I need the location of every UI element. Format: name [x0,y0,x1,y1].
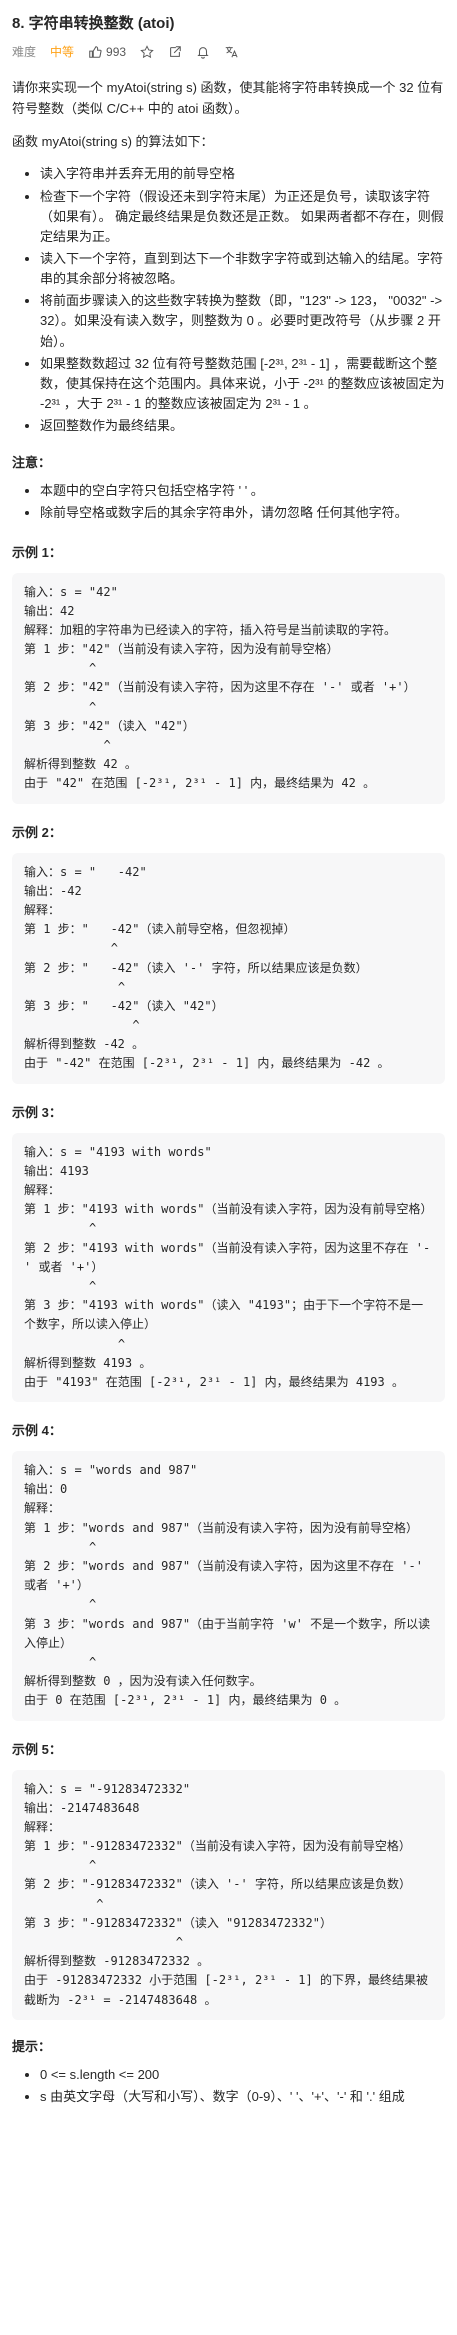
example-line: 解释：加粗的字符串为已经读入的字符，插入符号是当前读取的字符。 [24,622,397,637]
list-item: 0 <= s.length <= 200 [40,2065,445,2085]
example-line: 解析得到整数 -42 。 [24,1037,145,1052]
hints-heading: 提示： [12,2038,52,2054]
example-line: 第 2 步："-91283472332"（读入 '-' 字符，所以结果应该是负数… [24,1877,411,1892]
example-line: 第 2 步：" -42"（读入 '-' 字符，所以结果应该是负数） [24,960,368,975]
example-line: ^ [24,941,118,956]
example-line: 解释： [24,1501,61,1516]
example-line: 解析得到整数 0 ，因为没有读入任何数字。 [24,1674,262,1689]
list-item: 如果整数数超过 32 位有符号整数范围 [-2³¹, 2³¹ - 1] ，需要截… [40,354,445,414]
example-line: 解析得到整数 -91283472332 。 [24,1954,210,1969]
favorite-button[interactable] [140,44,154,59]
example-line: ^ [24,699,97,714]
example-line: ^ [24,661,97,676]
example-heading: 示例 2： [12,824,62,840]
example-line: 由于 0 在范围 [-2³¹, 2³¹ - 1] 内，最终结果为 0 。 [24,1693,347,1708]
example-line: 输入：s = "words and 987" [24,1463,198,1478]
example-line: ^ [24,1896,104,1911]
example-line: ^ [24,738,111,752]
example-line: 解析得到整数 4193 。 [24,1355,152,1370]
hints-list: 0 <= s.length <= 200 s 由英文字母（大写和小写）、数字（0… [12,2065,445,2107]
list-item: s 由英文字母（大写和小写）、数字（0-9）、' '、'+'、'-' 和 '.'… [40,2087,445,2107]
list-item: 除前导空格或数字后的其余字符串外，请勿忽略 任何其他字符。 [40,503,445,523]
example-line: 输出：0 [24,1482,68,1497]
example-line: 输出：42 [24,603,75,618]
example-line: ^ [24,1539,97,1554]
list-item: 返回整数作为最终结果。 [40,416,445,436]
example-line: 第 2 步："words and 987"（当前没有读入字符，因为这里不存在 '… [24,1559,431,1593]
example-line: 第 3 步：" -42"（读入 "42"） [24,998,224,1013]
difficulty-value: 中等 [50,45,75,59]
list-item: 本题中的空白字符只包括空格字符 ' ' 。 [40,481,445,501]
example-line: 由于 "4193" 在范围 [-2³¹, 2³¹ - 1] 内，最终结果为 41… [24,1374,404,1389]
like-button[interactable]: 993 [88,45,126,59]
share-button[interactable] [168,45,182,59]
star-icon [140,44,154,58]
example-line: 输出：-42 [24,883,82,898]
example-line: 由于 "42" 在范围 [-2³¹, 2³¹ - 1] 内，最终结果为 42 。 [24,776,376,791]
example-line: 第 1 步：" -42"（读入前导空格，但忽视掉） [24,922,296,937]
example-heading: 示例 4： [12,1423,62,1439]
example-line: ^ [24,979,126,994]
list-item: 检查下一个字符（假设还未到字符末尾）为正还是负号，读取该字符（如果有）。 确定最… [40,187,445,247]
example-line: ^ [24,1935,183,1949]
example-line: 第 3 步："-91283472332"（读入 "91283472332"） [24,1915,332,1930]
example-line: 第 1 步："42"（当前没有读入字符，因为没有前导空格） [24,642,339,657]
example-line: 输入：s = "-91283472332" [24,1781,191,1796]
difficulty-label: 难度 [12,45,37,59]
example-line: 由于 -91283472332 小于范围 [-2³¹, 2³¹ - 1] 的下界… [24,1973,428,2007]
list-item: 将前面步骤读入的这些数字转换为整数（即，"123" -> 123， "0032"… [40,291,445,351]
example-line: 输出：-2147483648 [24,1800,140,1815]
list-item: 读入下一个字符，直到到达下一个非数字字符或到达输入的结尾。字符串的其余部分将被忽… [40,249,445,289]
example-line: ^ [24,1336,126,1351]
example-block: 输入：s = "42" 输出：42 解释：加粗的字符串为已经读入的字符，插入符号… [12,572,445,804]
example-line: 由于 "-42" 在范围 [-2³¹, 2³¹ - 1] 内，最终结果为 -42… [24,1056,390,1071]
example-line: ^ [24,1221,97,1236]
algorithm-intro: 函数 myAtoi(string s) 的算法如下： [12,133,214,149]
example-line: ^ [24,1597,97,1612]
example-block: 输入：s = " -42" 输出：-42 解释： 第 1 步：" -42"（读入… [12,852,445,1084]
example-line: 第 1 步："-91283472332"（当前没有读入字符，因为没有前导空格） [24,1839,411,1854]
thumb-up-icon [89,45,102,58]
example-line: 解释： [24,902,61,917]
example-heading: 示例 1： [12,544,62,560]
notes-heading: 注意： [12,455,52,471]
intro-paragraph: 请你来实现一个 myAtoi(string s) 函数，使其能将字符串转换成一个… [12,80,444,116]
example-line: 解释： [24,1819,61,1834]
problem-title: 8. 字符串转换整数 (atoi) [12,15,175,32]
example-line: 输入：s = "4193 with words" [24,1144,212,1159]
share-icon [170,45,181,57]
example-line: ^ [24,1858,97,1873]
example-line: 第 3 步："4193 with words"（读入 "4193"；由于下一个字… [24,1298,424,1332]
example-line: 输出：4193 [24,1163,89,1178]
example-block: 输入：s = "-91283472332" 输出：-2147483648 解释：… [12,1769,445,2020]
example-line: ^ [24,1278,97,1293]
translate-icon [225,46,238,57]
translate-button[interactable] [224,45,238,59]
example-line: 第 3 步："words and 987"（由于当前字符 'w' 不是一个数字，… [24,1616,431,1650]
example-line: ^ [24,1654,97,1669]
example-line: 第 1 步："4193 with words"（当前没有读入字符，因为没有前导空… [24,1202,433,1217]
example-heading: 示例 5： [12,1741,62,1757]
example-line: 输入：s = " -42" [24,864,147,879]
example-line: ^ [24,1018,140,1033]
algorithm-steps: 读入字符串并丢弃无用的前导空格 检查下一个字符（假设还未到字符末尾）为正还是负号… [12,164,445,436]
notes-list: 本题中的空白字符只包括空格字符 ' ' 。 除前导空格或数字后的其余字符串外，请… [12,481,445,523]
example-heading: 示例 3： [12,1104,62,1120]
example-line: 第 2 步："4193 with words"（当前没有读入字符，因为这里不存在… [24,1240,431,1274]
example-block: 输入：s = "4193 with words" 输出：4193 解释： 第 1… [12,1132,445,1403]
example-line: 输入：s = "42" [24,584,118,599]
list-item: 读入字符串并丢弃无用的前导空格 [40,164,445,184]
example-line: 解释： [24,1183,61,1197]
example-line: 第 3 步："42"（读入 "42"） [24,718,195,733]
example-block: 输入：s = "words and 987" 输出：0 解释： 第 1 步："w… [12,1451,445,1721]
example-line: 解析得到整数 42 。 [24,757,137,772]
bell-icon [197,46,209,59]
notify-button[interactable] [196,45,210,59]
problem-page: 8. 字符串转换整数 (atoi) 难度 中等 993 请你来实现一个 myAt… [0,0,457,2107]
example-line: 第 2 步："42"（当前没有读入字符，因为这里不存在 '-' 或者 '+'） [24,680,416,695]
example-line: 第 1 步："words and 987"（当前没有读入字符，因为没有前导空格） [24,1520,419,1535]
problem-meta: 难度 中等 993 [12,43,445,60]
like-count: 993 [106,44,127,59]
